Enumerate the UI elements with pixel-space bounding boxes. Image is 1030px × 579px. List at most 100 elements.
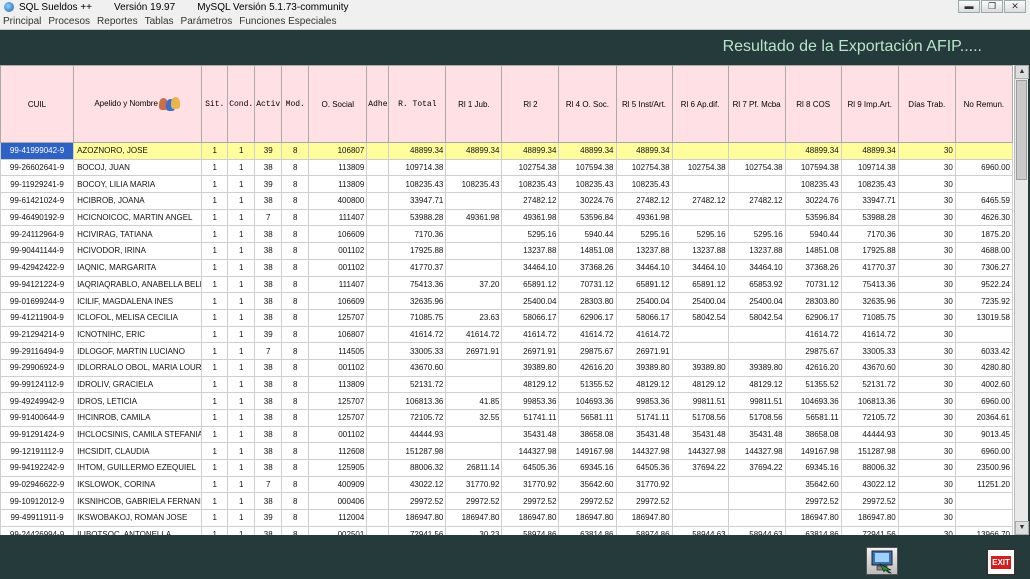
table-cell[interactable]: 71085.75 [388, 308, 447, 327]
table-row[interactable]: 99-94192242-9 IHTOM, GUILLERMO EZEQUIEL 1 1… [0, 459, 1014, 477]
table-cell[interactable]: 8 [281, 525, 310, 535]
table-cell[interactable]: 107594.38 [558, 158, 617, 177]
table-cell[interactable]: 108235.43 [388, 175, 447, 194]
table-cell[interactable]: 108235.43 [501, 175, 560, 194]
table-cell[interactable]: 8 [281, 425, 310, 444]
table-cell[interactable]: 102754.38 [671, 158, 729, 177]
table-cell[interactable] [366, 258, 390, 277]
column-header[interactable]: R. Total [388, 65, 447, 143]
table-cell[interactable]: 5295.16 [501, 225, 560, 244]
table-cell[interactable]: 39389.80 [671, 358, 729, 377]
table-cell[interactable]: 5940.44 [784, 225, 842, 244]
table-cell[interactable]: 99-42942422-9 [0, 258, 75, 277]
table-cell[interactable]: 69345.16 [558, 459, 617, 477]
table-cell[interactable]: 8 [281, 459, 310, 477]
table-cell[interactable]: 65853.92 [727, 275, 786, 294]
table-cell[interactable]: 38658.08 [558, 425, 617, 444]
table-row[interactable]: 99-29116494-9 IDLOGOF, MARTIN LUCIANO 1 1 7 8… [0, 342, 1014, 360]
table-cell[interactable]: 1 [201, 275, 229, 294]
table-cell[interactable]: 31770.92 [501, 475, 560, 494]
table-cell[interactable]: 26971.91 [615, 342, 673, 360]
table-cell[interactable]: 30 [897, 442, 956, 461]
table-cell[interactable]: 41770.37 [388, 258, 447, 277]
table-cell[interactable]: 001102 [308, 425, 368, 444]
table-row[interactable]: 99-41999042-9 AZOZNORO, JOSE 1 1 39 8 106807 48… [0, 142, 1014, 160]
table-cell[interactable] [445, 192, 503, 210]
table-cell[interactable]: 6960.00 [954, 392, 1014, 410]
table-cell[interactable]: 9013.45 [954, 425, 1014, 444]
table-cell[interactable]: HCICNOICOC, MARTIN ANGEL [73, 208, 203, 227]
table-cell[interactable]: 33005.33 [840, 342, 899, 360]
table-cell[interactable] [366, 225, 390, 244]
table-cell[interactable]: 58042.54 [671, 308, 729, 327]
table-cell[interactable]: 7 [254, 475, 283, 494]
table-cell[interactable]: 63814.86 [784, 525, 842, 535]
table-cell[interactable]: 62906.17 [558, 308, 617, 327]
table-cell[interactable]: 001102 [308, 242, 368, 260]
table-cell[interactable] [671, 175, 729, 194]
table-cell[interactable]: 25400.04 [727, 292, 786, 310]
column-header[interactable]: Sit. [201, 65, 229, 143]
table-cell[interactable]: 72941.56 [388, 525, 447, 535]
column-header[interactable]: Activ [254, 65, 283, 143]
table-cell[interactable]: 7235.92 [954, 292, 1014, 310]
table-cell[interactable]: 151287.98 [840, 442, 899, 461]
table-cell[interactable]: 1 [201, 375, 229, 394]
table-cell[interactable]: 99-49249942-9 [0, 392, 75, 410]
table-cell[interactable]: 8 [281, 142, 310, 160]
table-cell[interactable]: 5295.16 [727, 225, 786, 244]
table-cell[interactable]: 38 [254, 292, 283, 310]
table-cell[interactable]: 58066.17 [615, 308, 673, 327]
table-cell[interactable]: 30 [897, 225, 956, 244]
column-header[interactable]: Rl 6 Ap.dif. [671, 65, 729, 143]
table-cell[interactable]: 99-21294214-9 [0, 325, 75, 344]
table-cell[interactable] [727, 475, 786, 494]
column-header[interactable]: Rl 9 Imp.Art. [840, 65, 899, 143]
table-cell[interactable]: 112004 [308, 509, 368, 527]
table-cell[interactable]: 42616.20 [558, 358, 617, 377]
table-cell[interactable]: 1 [227, 509, 256, 527]
table-cell[interactable]: 30 [897, 509, 956, 527]
table-cell[interactable]: 31770.92 [615, 475, 673, 494]
table-cell[interactable]: IKSNIHCOB, GABRIELA FERNANDA [73, 492, 203, 511]
table-cell[interactable]: 38 [254, 158, 283, 177]
table-cell[interactable]: 29875.67 [558, 342, 617, 360]
table-cell[interactable]: 99-01699244-9 [0, 292, 75, 310]
table-cell[interactable]: 114505 [308, 342, 368, 360]
table-cell[interactable] [366, 525, 390, 535]
table-cell[interactable]: 8 [281, 308, 310, 327]
table-cell[interactable] [445, 258, 503, 277]
table-cell[interactable]: 29972.52 [558, 492, 617, 511]
table-cell[interactable]: 70731.12 [784, 275, 842, 294]
table-cell[interactable]: 20364.61 [954, 409, 1014, 427]
table-cell[interactable]: 99853.36 [615, 392, 673, 410]
table-cell[interactable]: 88006.32 [388, 459, 447, 477]
table-cell[interactable] [366, 409, 390, 427]
table-cell[interactable] [366, 292, 390, 310]
table-row[interactable]: 99-21294214-9 ICNOTNIHC, ERIC 1 1 39 8 106807 4… [0, 325, 1014, 344]
table-cell[interactable]: 65891.12 [501, 275, 560, 294]
table-cell[interactable]: 186947.80 [784, 509, 842, 527]
table-cell[interactable]: 65891.12 [671, 275, 729, 294]
table-cell[interactable]: 1 [201, 308, 229, 327]
table-cell[interactable]: 8 [281, 475, 310, 494]
table-cell[interactable]: 38 [254, 258, 283, 277]
table-cell[interactable]: 43670.60 [840, 358, 899, 377]
table-cell[interactable]: 001102 [308, 358, 368, 377]
table-cell[interactable] [671, 342, 729, 360]
table-cell[interactable]: 48129.12 [671, 375, 729, 394]
column-header[interactable]: Rl 7 Pf. Mcba [727, 65, 786, 143]
table-cell[interactable]: 37.20 [445, 275, 503, 294]
table-cell[interactable]: 8 [281, 492, 310, 511]
table-cell[interactable]: 48129.12 [615, 375, 673, 394]
table-cell[interactable]: 5940.44 [558, 225, 617, 244]
table-cell[interactable]: 49361.98 [615, 208, 673, 227]
table-cell[interactable]: 108235.43 [840, 175, 899, 194]
table-cell[interactable] [727, 208, 786, 227]
table-cell[interactable]: 75413.36 [840, 275, 899, 294]
table-cell[interactable]: 106609 [308, 225, 368, 244]
table-cell[interactable]: ICILIF, MAGDALENA INES [73, 292, 203, 310]
table-cell[interactable]: 37694.22 [671, 459, 729, 477]
table-cell[interactable]: 52131.72 [840, 375, 899, 394]
table-row[interactable]: 99-24426994-9 ILIBOTSOC, ANTONELLA 1 1 38 8 00… [0, 525, 1014, 535]
